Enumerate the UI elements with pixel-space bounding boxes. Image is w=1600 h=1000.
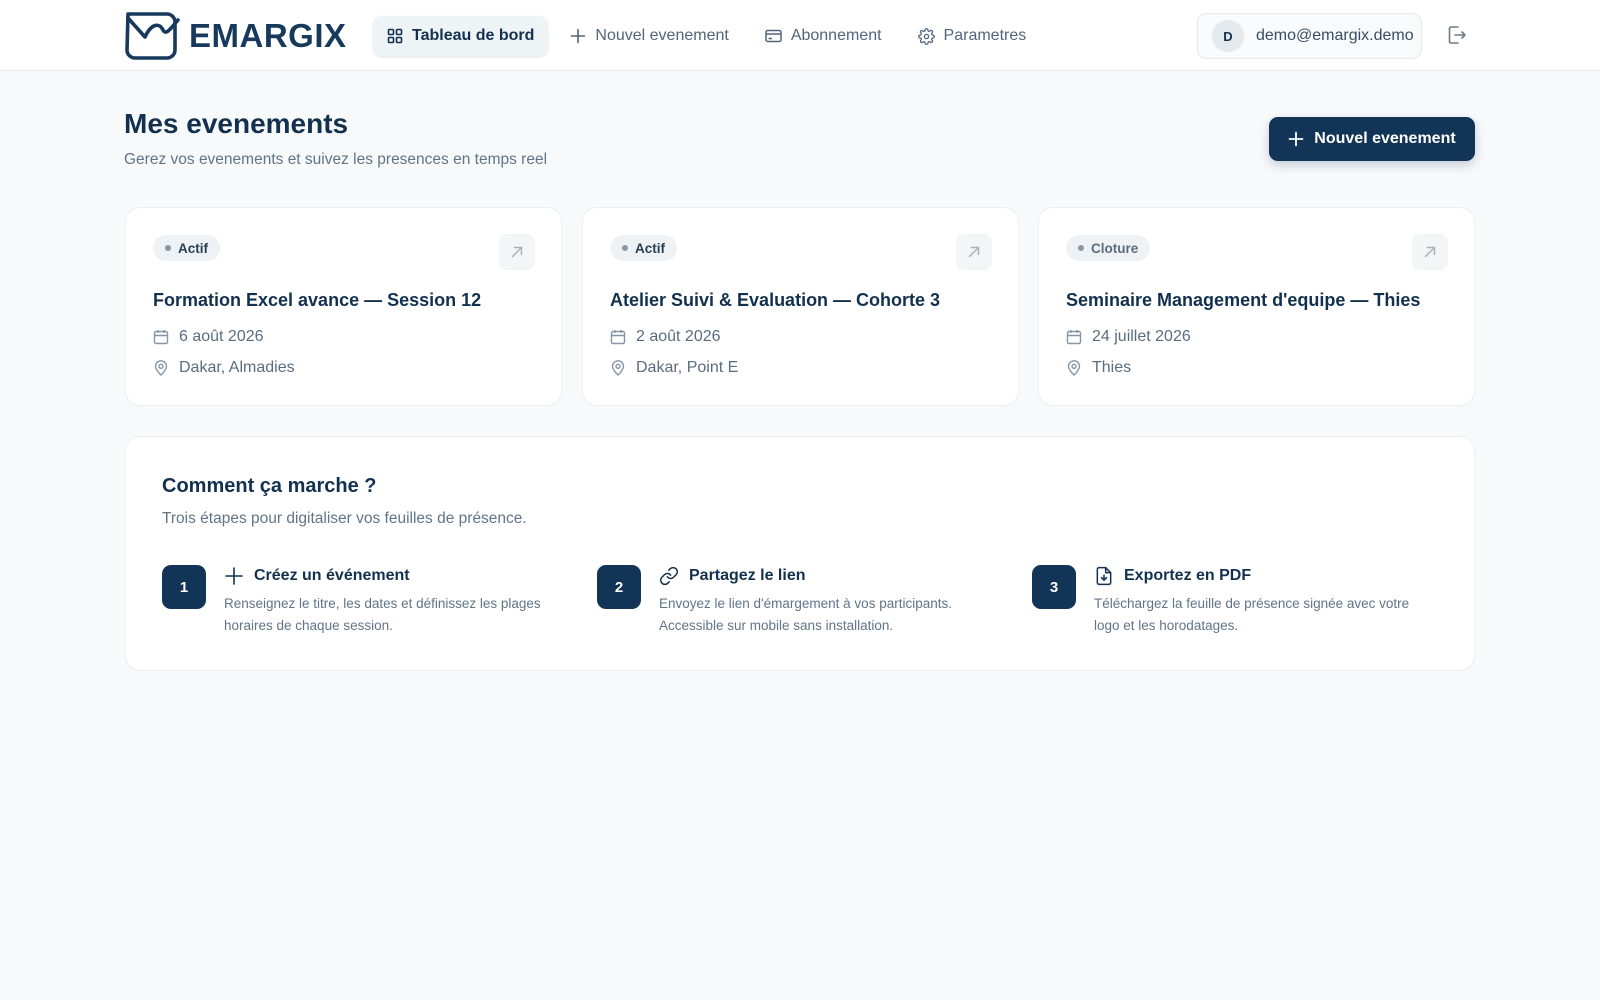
step-description: Envoyez le lien d'émargement à vos parti… <box>659 596 952 633</box>
event-title: Seminaire Management d'equipe — Thies <box>1066 290 1421 310</box>
step-description: Téléchargez la feuille de présence signé… <box>1094 596 1410 633</box>
plus-icon <box>1288 131 1304 147</box>
credit-card-icon <box>765 29 782 43</box>
nav-item-settings[interactable]: Parametres <box>904 16 1041 56</box>
brand-name: EMARGIX <box>189 17 347 54</box>
avatar: D <box>1212 20 1244 52</box>
status-badge: Actif <box>153 235 220 261</box>
nav-item-label: Abonnement <box>790 27 882 44</box>
how-title: Comment ça marche ? <box>162 475 377 497</box>
calendar-icon <box>153 330 169 345</box>
step-heading: Créez un événement <box>224 565 410 587</box>
arrow-up-right-icon <box>1424 246 1436 258</box>
status-dot <box>622 245 628 251</box>
dashboard-icon <box>387 28 403 44</box>
event-card[interactable]: Cloture Seminaire Management d'equipe — … <box>1038 207 1475 406</box>
step-heading: Partagez le lien <box>659 565 806 587</box>
step-item: 2 Partagez le lien Envoyez le lien d'éma… <box>597 565 997 645</box>
link-icon <box>659 566 679 586</box>
arrow-up-right-icon <box>511 246 523 258</box>
step-item: 1 Créez un événement Renseignez le titre… <box>162 565 562 645</box>
top-navbar: EMARGIX Tableau de bord Nouvel evenement… <box>0 0 1600 71</box>
how-it-works-panel: Comment ça marche ? Trois étapes pour di… <box>125 436 1475 671</box>
event-date: 2 août 2026 <box>610 328 721 346</box>
nav-item-dashboard[interactable]: Tableau de bord <box>373 16 549 56</box>
logo-mark-icon <box>125 12 180 60</box>
step-number: 3 <box>1032 565 1076 609</box>
event-location: Dakar, Almadies <box>153 359 295 377</box>
event-card[interactable]: Actif Atelier Suivi & Evaluation — Cohor… <box>582 207 1019 406</box>
event-location: Dakar, Point E <box>610 359 738 377</box>
status-badge: Actif <box>610 235 677 261</box>
page-title: Mes evenements <box>124 108 349 139</box>
map-pin-icon <box>611 360 625 376</box>
nav-item-new-event[interactable]: Nouvel evenement <box>556 16 742 56</box>
map-pin-icon <box>154 360 168 376</box>
plus-icon <box>225 567 243 585</box>
step-item: 3 Exportez en PDF Téléchargez la feuille… <box>1032 565 1432 645</box>
open-event-button[interactable] <box>956 234 992 270</box>
step-number: 2 <box>597 565 641 609</box>
calendar-icon <box>1066 330 1082 345</box>
how-subtitle: Trois étapes pour digitaliser vos feuill… <box>162 510 527 527</box>
step-heading: Exportez en PDF <box>1094 565 1251 587</box>
plus-icon <box>571 28 586 44</box>
event-date-text: 2 août 2026 <box>636 328 721 345</box>
main-nav: Tableau de bord Nouvel evenement Abonnem… <box>373 16 1040 56</box>
event-date: 6 août 2026 <box>153 328 264 346</box>
status-dot <box>1078 245 1084 251</box>
status-label: Actif <box>635 240 665 256</box>
gear-icon <box>917 27 935 45</box>
step-title: Exportez en PDF <box>1124 567 1252 584</box>
logout-button[interactable] <box>1446 24 1468 46</box>
open-event-button[interactable] <box>499 234 535 270</box>
status-label: Actif <box>178 240 208 256</box>
logout-icon <box>1448 26 1466 44</box>
event-location: Thies <box>1066 359 1131 377</box>
status-badge: Cloture <box>1066 235 1151 261</box>
status-label: Cloture <box>1091 240 1139 256</box>
arrow-up-right-icon <box>968 246 980 258</box>
new-event-button[interactable]: Nouvel evenement <box>1269 117 1475 161</box>
user-email: demo@emargix.demo <box>1256 27 1414 44</box>
file-download-icon <box>1096 566 1112 586</box>
new-event-button-label: Nouvel evenement <box>1314 130 1456 147</box>
map-pin-icon <box>1067 360 1081 376</box>
user-menu[interactable]: D demo@emargix.demo <box>1197 13 1422 59</box>
step-title: Créez un événement <box>254 567 410 584</box>
event-title: Formation Excel avance — Session 12 <box>153 290 482 310</box>
event-card[interactable]: Actif Formation Excel avance — Session 1… <box>125 207 562 406</box>
event-location-text: Dakar, Point E <box>636 359 739 376</box>
step-description: Renseignez le titre, les dates et défini… <box>224 596 541 633</box>
step-number: 1 <box>162 565 206 609</box>
calendar-icon <box>610 330 626 345</box>
page-subtitle: Gerez vos evenements et suivez les prese… <box>124 151 548 168</box>
nav-item-label: Parametres <box>943 27 1027 44</box>
event-date-text: 24 juillet 2026 <box>1092 328 1191 345</box>
nav-item-subscription[interactable]: Abonnement <box>751 16 896 56</box>
event-date-text: 6 août 2026 <box>179 328 264 345</box>
nav-item-label: Nouvel evenement <box>595 27 729 44</box>
event-location-text: Thies <box>1092 359 1132 376</box>
event-date: 24 juillet 2026 <box>1066 328 1191 346</box>
event-title: Atelier Suivi & Evaluation — Cohorte 3 <box>610 290 941 310</box>
brand-logo[interactable]: EMARGIX <box>123 10 347 62</box>
nav-item-label: Tableau de bord <box>412 27 535 44</box>
event-location-text: Dakar, Almadies <box>179 359 295 376</box>
step-title: Partagez le lien <box>689 567 806 584</box>
open-event-button[interactable] <box>1412 234 1448 270</box>
status-dot <box>165 245 171 251</box>
